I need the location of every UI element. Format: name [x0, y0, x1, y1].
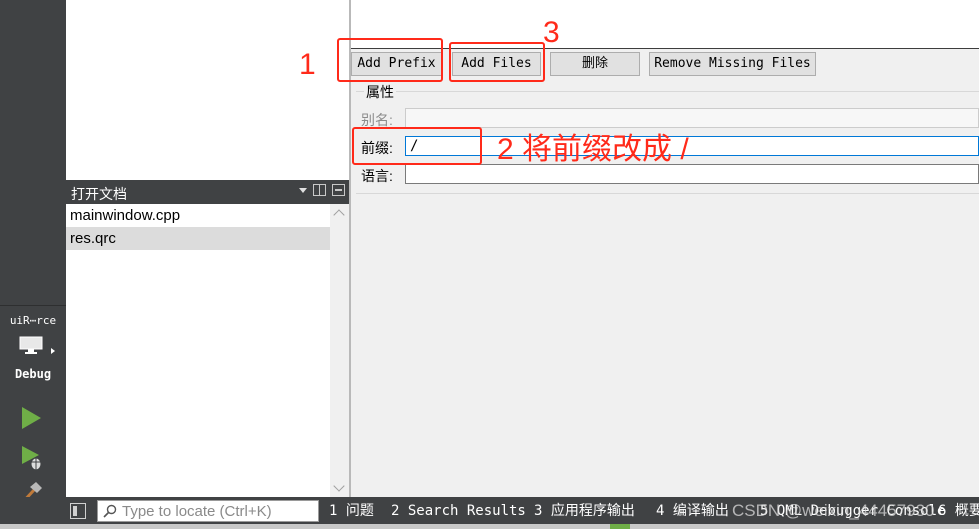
search-icon — [103, 504, 117, 518]
annotation-step-3: 3 — [543, 16, 560, 49]
tab-issues[interactable]: 1 问题 — [329, 500, 374, 522]
open-documents-list: mainwindow.cpp res.qrc — [66, 204, 330, 497]
sidebar-toggle-icon[interactable] — [70, 503, 86, 519]
annotation-box-add-files — [449, 42, 545, 82]
language-label: 语言: — [361, 168, 393, 184]
resource-tree-area — [351, 0, 979, 48]
prefix-field[interactable]: / — [405, 136, 979, 156]
tab-general-messages[interactable]: 6 概要 — [938, 500, 979, 522]
tab-search-results[interactable]: 2 Search Results — [391, 500, 526, 522]
watermark: CSDN @weixin_44457930 — [732, 501, 935, 520]
locator-input[interactable] — [122, 502, 317, 520]
tab-compile-output[interactable]: 4 编译输出 — [656, 500, 729, 522]
kit-dropdown-arrow-icon[interactable] — [51, 348, 55, 354]
language-field[interactable] — [405, 164, 979, 184]
alias-field[interactable] — [405, 108, 979, 128]
annotation-box-prefix — [352, 127, 482, 165]
scroll-up-icon[interactable] — [333, 209, 345, 221]
list-item-selected[interactable]: res.qrc — [66, 227, 330, 250]
run-icon[interactable] — [20, 406, 42, 430]
build-config-label[interactable]: Debug — [0, 367, 66, 381]
tab-application-output[interactable]: 3 应用程序输出 — [534, 500, 635, 522]
open-documents-title[interactable]: 打开文档 — [71, 184, 127, 204]
annotation-step-1: 1 — [299, 48, 316, 81]
scroll-down-icon[interactable] — [333, 480, 345, 492]
monitor-icon[interactable] — [19, 336, 43, 354]
open-documents-header: 打开文档 — [66, 180, 349, 204]
properties-title: 属性 — [364, 82, 396, 102]
chevron-down-icon[interactable] — [299, 187, 307, 193]
documents-scrollbar[interactable] — [330, 204, 349, 497]
bottom-strip-accent — [610, 524, 630, 529]
bottom-strip — [0, 524, 979, 529]
remove-missing-files-button[interactable]: Remove Missing Files — [649, 52, 816, 76]
locator[interactable] — [97, 500, 319, 522]
kit-selector-label[interactable]: uiR⋯rce — [0, 314, 66, 327]
annotation-step-2: 2 将前缀改成 / — [497, 133, 689, 166]
list-item[interactable]: mainwindow.cpp — [66, 204, 330, 227]
delete-button[interactable]: 删除 — [550, 52, 640, 76]
projects-pane — [66, 0, 349, 180]
annotation-box-add-prefix — [337, 38, 443, 82]
mode-bar-separator — [0, 305, 66, 306]
split-icon[interactable] — [313, 184, 326, 196]
divider — [351, 48, 979, 49]
close-pane-icon[interactable] — [332, 184, 345, 196]
debug-run-icon[interactable] — [20, 445, 44, 471]
